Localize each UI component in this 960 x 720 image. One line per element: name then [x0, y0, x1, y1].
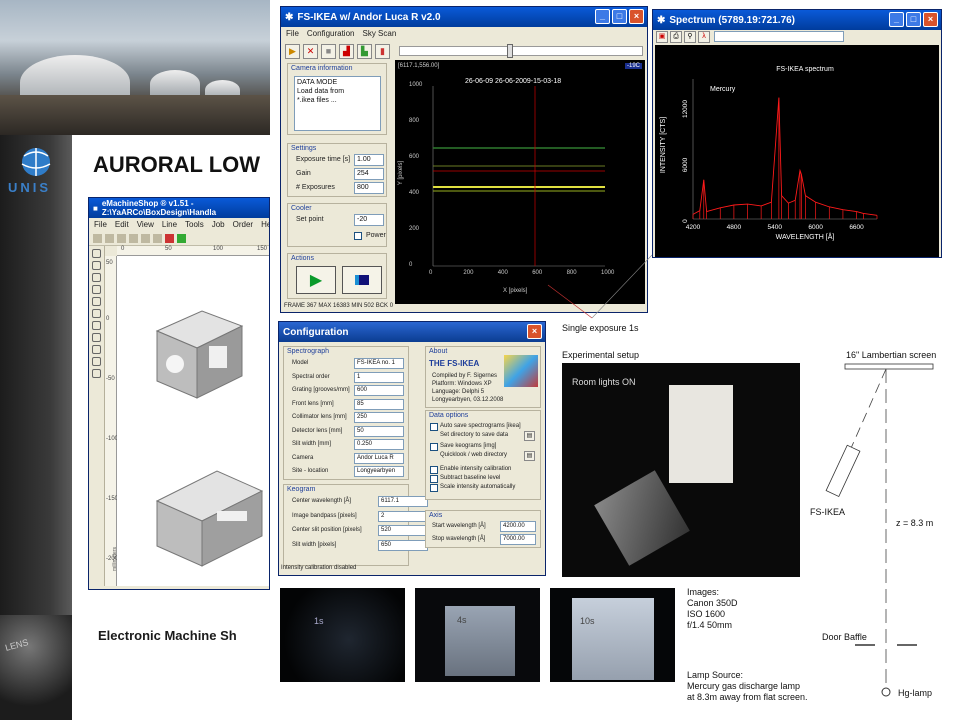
lamp-line: Mercury gas discharge lamp [687, 681, 801, 691]
experimental-setup-label: Experimental setup [562, 350, 640, 360]
setup-schematic [825, 363, 934, 697]
images-info: Images: Canon 350D ISO 1600 f/1.4 50mm [687, 587, 738, 631]
screen-image [572, 598, 654, 680]
screen-image [445, 606, 515, 676]
lamp-line: at 8.3m away from flat screen. [687, 692, 808, 702]
exposure-label: 4s [457, 615, 467, 625]
distance-label: z = 8.3 m [896, 518, 934, 528]
images-line: f/1.4 50mm [687, 620, 733, 630]
images-line: Images: [687, 587, 720, 597]
exposure-label: 10s [580, 616, 595, 626]
experimental-setup-photo: Room lights ON [562, 363, 800, 577]
hg-lamp-label: Hg-lamp [898, 688, 933, 698]
images-line: ISO 1600 [687, 609, 726, 619]
fs-ikea-label: FS-IKEA [810, 507, 846, 517]
lambertian-screen [669, 385, 733, 483]
exposure-photo-10s: 10s [550, 588, 675, 682]
exposure-label: 1s [314, 616, 324, 626]
exposure-photo-1s: 1s [280, 588, 405, 682]
lambertian-screen-label: 16" Lambertian screen [846, 350, 937, 360]
lamp-info: Lamp Source: Mercury gas discharge lamp … [687, 670, 808, 703]
images-line: Canon 350D [687, 598, 738, 608]
lamp-line: Lamp Source: [687, 670, 744, 680]
single-exposure-label: Single exposure 1s [562, 323, 639, 333]
spectrograph-device [594, 470, 690, 566]
slide: { "slide": { "title": "AURORAL LOW", "lo… [0, 0, 960, 720]
room-lights-label: Room lights ON [572, 377, 636, 387]
door-baffle-label: Door Baffle [822, 632, 867, 642]
exposure-photo-4s: 4s [415, 588, 540, 682]
